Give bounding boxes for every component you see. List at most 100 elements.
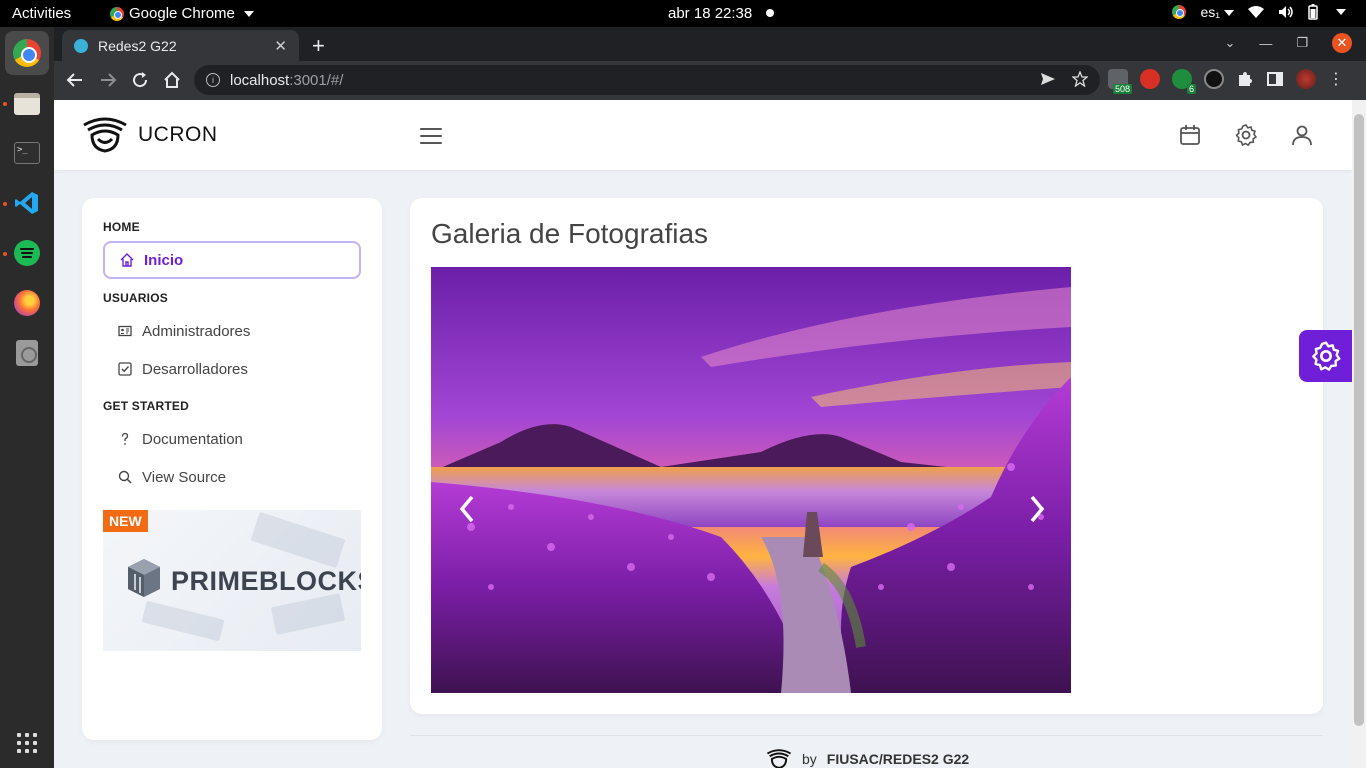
system-top-bar: Activities Google Chrome abr 18 22:38 es… [0, 0, 1366, 27]
back-icon[interactable] [66, 71, 84, 89]
carousel-prev-icon[interactable] [455, 491, 479, 527]
keyboard-layout[interactable]: es₁ [1200, 4, 1234, 20]
settings-gear-icon[interactable] [1234, 123, 1258, 147]
system-menu-chevron-icon[interactable] [1336, 9, 1346, 15]
address-bar[interactable]: i localhost:3001/#/ [194, 65, 1100, 95]
id-card-icon [118, 325, 132, 337]
section-title-get-started: GET STARTED [103, 399, 189, 413]
system-tray[interactable]: es₁ [1172, 4, 1346, 20]
dock-files[interactable] [5, 82, 49, 126]
star-icon[interactable] [1072, 71, 1088, 87]
sidebar-item-label: Inicio [144, 251, 184, 269]
files-icon [14, 93, 40, 115]
profile-avatar[interactable] [1296, 69, 1316, 89]
gear-icon [1311, 341, 1341, 371]
chrome-menu-icon[interactable]: ⋮ [1328, 69, 1344, 89]
dock-terminal[interactable]: >_ [5, 131, 49, 175]
spotify-icon [14, 240, 40, 266]
app-menu[interactable]: Google Chrome [110, 5, 254, 22]
forward-icon[interactable] [99, 71, 117, 89]
send-icon[interactable] [1040, 71, 1056, 87]
url-path: :3001/#/ [289, 71, 344, 89]
sidebar-item-label: View Source [142, 468, 226, 486]
sidebar-item-administradores[interactable]: Administradores [103, 312, 361, 350]
chevron-down-icon [1224, 10, 1234, 17]
sidebar-item-desarrolladores[interactable]: Desarrolladores [103, 350, 361, 388]
check-square-icon [118, 362, 132, 376]
calendar-icon[interactable] [1178, 123, 1202, 147]
dock-firefox[interactable] [5, 281, 49, 325]
extension-circle-icon[interactable] [1204, 69, 1224, 89]
url-host: localhost [230, 71, 290, 89]
keyboard-layout-label: es₁ [1200, 4, 1220, 20]
activities-button[interactable]: Activities [12, 5, 71, 22]
menu-toggle-icon[interactable] [420, 128, 442, 144]
notification-dot [766, 9, 774, 17]
sidebar-item-label: Documentation [142, 430, 243, 448]
clock[interactable]: abr 18 22:38 [668, 5, 752, 22]
dock-disk[interactable] [5, 331, 49, 375]
ucron-footer-logo-icon [766, 749, 792, 768]
chrome-icon [110, 6, 124, 21]
extension-badge: 508 [1112, 84, 1132, 94]
ucron-logo-icon [83, 117, 127, 153]
browser-tab[interactable]: Redes2 G22 ✕ [62, 30, 299, 61]
user-icon[interactable] [1290, 123, 1314, 147]
footer-credit: FIUSAC/REDES2 G22 [826, 751, 970, 767]
new-badge: NEW [103, 510, 148, 532]
primeblocks-wordmark: PRIMEBLOCKS [171, 566, 361, 596]
sidebar-item-inicio[interactable]: Inicio [103, 241, 361, 279]
favicon-icon [74, 38, 88, 53]
section-title-home: HOME [103, 220, 140, 234]
sidebar: HOME Inicio USUARIOS Administradores Des… [82, 198, 382, 740]
footer-divider [410, 735, 1323, 736]
home-icon [120, 253, 134, 267]
dock: >_ [0, 27, 54, 768]
sidebar-item-label: Administradores [142, 322, 251, 340]
extension-grammar-icon[interactable]: 6 [1172, 69, 1196, 94]
terminal-icon: >_ [14, 142, 40, 164]
page-title: Galeria de Fotografias [431, 218, 709, 249]
extensions-puzzle-icon[interactable] [1236, 70, 1254, 88]
question-icon [121, 432, 129, 445]
photo-carousel[interactable] [431, 267, 1071, 693]
app-logo[interactable]: UCRON [82, 115, 218, 155]
search-icon [118, 470, 132, 484]
app-name: UCRON [138, 123, 218, 146]
chrome-tray-icon[interactable] [1172, 5, 1187, 19]
carousel-photo [431, 267, 1071, 693]
carousel-next-icon[interactable] [1025, 491, 1049, 527]
tab-strip: Redes2 G22 ✕ + ⌄ — ❐ ✕ [54, 27, 1366, 61]
tab-search-chevron-icon[interactable]: ⌄ [1224, 35, 1235, 51]
sidebar-item-view-source[interactable]: View Source [103, 458, 361, 496]
extension-mail-icon[interactable]: 508 [1108, 69, 1132, 94]
dock-vscode[interactable] [5, 181, 49, 225]
app-menu-label: Google Chrome [129, 5, 235, 22]
layout-config-button[interactable] [1299, 330, 1352, 382]
sidebar-item-label: Desarrolladores [142, 360, 248, 378]
show-apps-icon[interactable] [17, 733, 37, 753]
reload-icon[interactable] [131, 71, 149, 89]
primeblocks-banner[interactable]: NEW PRIMEBLOCKS [103, 510, 361, 651]
page-scrollbar[interactable] [1352, 100, 1366, 768]
dock-chrome[interactable] [5, 31, 49, 75]
close-window-button[interactable]: ✕ [1332, 33, 1352, 53]
browser-toolbar: i localhost:3001/#/ 508 6 ⋮ [54, 61, 1366, 100]
minimize-button[interactable]: — [1259, 36, 1272, 51]
chrome-icon [13, 39, 41, 67]
scrollbar-thumb[interactable] [1354, 114, 1364, 726]
new-tab-button[interactable]: + [312, 33, 325, 59]
extension-hand-icon[interactable] [1140, 69, 1160, 89]
footer-by: by [802, 751, 817, 767]
extensions-bar: 508 6 ⋮ [1108, 69, 1344, 94]
battery-icon [1308, 4, 1318, 20]
volume-icon [1279, 6, 1293, 18]
dock-spotify[interactable] [5, 231, 49, 275]
footer: by FIUSAC/REDES2 G22 [766, 748, 969, 768]
tab-close-icon[interactable]: ✕ [274, 37, 287, 55]
maximize-button[interactable]: ❐ [1296, 35, 1308, 51]
sidebar-item-documentation[interactable]: Documentation [103, 420, 361, 458]
side-panel-icon[interactable] [1266, 70, 1284, 88]
home-icon[interactable] [163, 71, 181, 89]
site-info-icon[interactable]: i [206, 73, 220, 87]
